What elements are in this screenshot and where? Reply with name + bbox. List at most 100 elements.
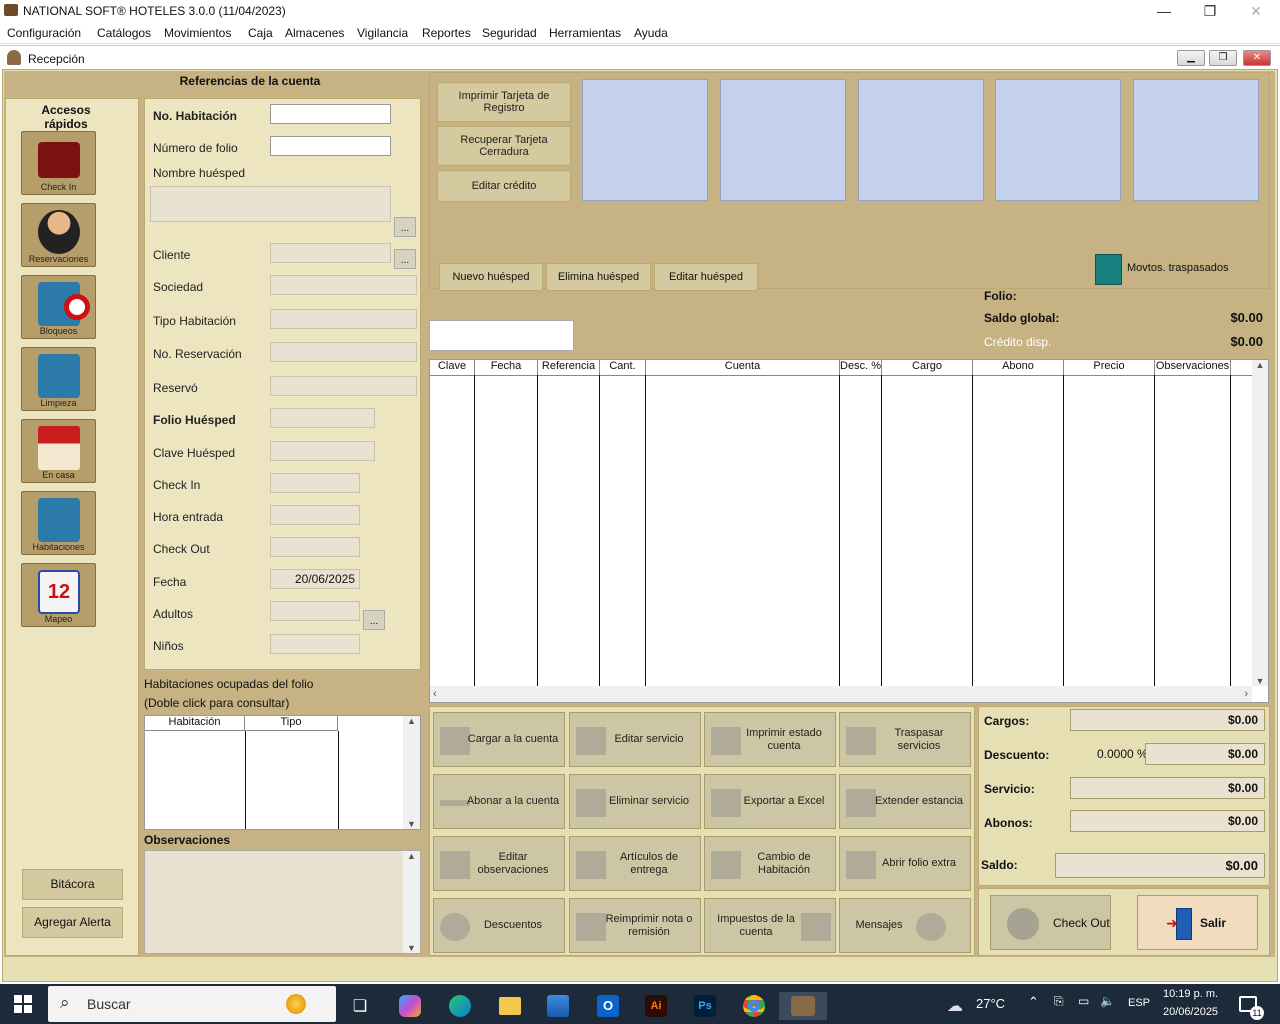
bloqueos-button[interactable]: Bloqueos — [21, 275, 96, 339]
illustrator-icon[interactable]: Ai — [645, 995, 667, 1017]
grid-vertical-scrollbar[interactable]: ▲ ▼ — [1252, 360, 1268, 686]
menu-configuracion[interactable]: Configuración — [7, 26, 81, 40]
tray-language[interactable]: ESP — [1128, 997, 1150, 1009]
grid-col-cant[interactable]: Cant. — [600, 360, 646, 375]
mensajes-button[interactable]: Mensajes — [839, 898, 971, 953]
mdi-minimize-button[interactable]: ▁ — [1177, 50, 1205, 66]
impuestos-cuenta-button[interactable]: Impuestos de la cuenta — [704, 898, 836, 953]
menu-vigilancia[interactable]: Vigilancia — [357, 26, 408, 40]
observaciones-scrollbar[interactable]: ▲ ▼ — [403, 851, 420, 953]
elimina-huesped-button[interactable]: Elimina huésped — [546, 263, 651, 291]
articulos-entrega-button[interactable]: Artículos de entrega — [569, 836, 701, 891]
exportar-excel-button[interactable]: Exportar a Excel — [704, 774, 836, 829]
habitaciones-button[interactable]: Habitaciones — [21, 491, 96, 555]
task-view-icon[interactable]: ❏ — [346, 992, 374, 1020]
check-out-button[interactable]: Check Out — [990, 895, 1111, 950]
check-in-field[interactable] — [270, 473, 360, 493]
rooms-col-habitacion[interactable]: Habitación — [145, 716, 245, 731]
mdi-restore-button[interactable]: ❐ — [1209, 50, 1237, 66]
nombre-huesped-field[interactable] — [150, 186, 391, 222]
grid-col-observaciones[interactable]: Observaciones — [1155, 360, 1231, 375]
abonar-cuenta-button[interactable]: Abonar a la cuenta — [433, 774, 565, 829]
limpieza-button[interactable]: Limpieza — [21, 347, 96, 411]
check-in-button[interactable]: Check In — [21, 131, 96, 195]
rooms-col-tipo[interactable]: Tipo — [245, 716, 338, 731]
adultos-browse-button[interactable]: ... — [363, 610, 385, 630]
edge-icon[interactable] — [449, 995, 471, 1017]
extender-estancia-button[interactable]: Extender estancia — [839, 774, 971, 829]
salir-button[interactable]: ➜ Salir — [1137, 895, 1258, 950]
editar-servicio-button[interactable]: Editar servicio — [569, 712, 701, 767]
grid-col-cuenta[interactable]: Cuenta — [646, 360, 840, 375]
no-habitacion-input[interactable] — [270, 104, 391, 124]
menu-ayuda[interactable]: Ayuda — [634, 26, 668, 40]
abrir-folio-extra-button[interactable]: Abrir folio extra — [839, 836, 971, 891]
taskbar-search-box[interactable]: ⌕ Buscar — [48, 986, 336, 1022]
numero-folio-input[interactable] — [270, 136, 391, 156]
ninos-field[interactable] — [270, 634, 360, 654]
grid-horizontal-scrollbar[interactable]: ‹ › — [430, 686, 1252, 702]
tray-time[interactable]: 10:19 p. m. — [1163, 988, 1218, 1000]
grid-col-abono[interactable]: Abono — [973, 360, 1064, 375]
fecha-field[interactable]: 20/06/2025 — [270, 569, 360, 589]
grid-col-fecha[interactable]: Fecha — [475, 360, 538, 375]
check-out-field[interactable] — [270, 537, 360, 557]
grid-col-cargo[interactable]: Cargo — [882, 360, 973, 375]
menu-reportes[interactable]: Reportes — [422, 26, 471, 40]
folio-huesped-field[interactable] — [270, 408, 375, 428]
no-reservacion-field[interactable] — [270, 342, 417, 362]
menu-herramientas[interactable]: Herramientas — [549, 26, 621, 40]
cliente-browse-button[interactable]: ... — [394, 249, 416, 269]
tipo-habitacion-field[interactable] — [270, 309, 417, 329]
weather-icon[interactable]: ☁ — [940, 992, 970, 1020]
menu-seguridad[interactable]: Seguridad — [482, 26, 537, 40]
nuevo-huesped-button[interactable]: Nuevo huésped — [439, 263, 543, 291]
clave-huesped-field[interactable] — [270, 441, 375, 461]
tray-chevron-icon[interactable]: ⌃ — [1028, 994, 1039, 1010]
descuentos-button[interactable]: Descuentos — [433, 898, 565, 953]
grid-col-precio[interactable]: Precio — [1064, 360, 1155, 375]
nombre-huesped-browse-button[interactable]: ... — [394, 217, 416, 237]
recuperar-tarjeta-button[interactable]: Recuperar Tarjeta Cerradura — [437, 126, 571, 166]
weather-temp[interactable]: 27°C — [976, 996, 1005, 1011]
close-button[interactable]: ✕ — [1233, 0, 1279, 22]
rooms-table[interactable]: Habitación Tipo ▲ ▼ — [144, 715, 421, 830]
editar-observaciones-button[interactable]: Editar observaciones — [433, 836, 565, 891]
grid-col-desc[interactable]: Desc. % — [840, 360, 882, 375]
reservo-field[interactable] — [270, 376, 417, 396]
mdi-close-button[interactable]: ✕ — [1243, 50, 1271, 66]
menu-almacenes[interactable]: Almacenes — [285, 26, 344, 40]
agregar-alerta-button[interactable]: Agregar Alerta — [22, 907, 123, 938]
minimize-button[interactable]: — — [1141, 0, 1187, 22]
tray-date[interactable]: 20/06/2025 — [1163, 1006, 1218, 1018]
file-explorer-icon[interactable] — [499, 997, 521, 1015]
grid-col-clave[interactable]: Clave — [430, 360, 475, 375]
imprimir-estado-button[interactable]: Imprimir estado cuenta — [704, 712, 836, 767]
reimprimir-nota-button[interactable]: Reimprimir nota o remisión — [569, 898, 701, 953]
editar-credito-button[interactable]: Editar crédito — [437, 170, 571, 202]
grid-col-referencia[interactable]: Referencia — [538, 360, 600, 375]
sociedad-field[interactable] — [270, 275, 417, 295]
movements-grid[interactable]: Clave Fecha Referencia Cant. Cuenta Desc… — [429, 359, 1269, 703]
adultos-field[interactable] — [270, 601, 360, 621]
cliente-field[interactable] — [270, 243, 391, 263]
reservaciones-button[interactable]: Reservaciones — [21, 203, 96, 267]
tray-network-icon[interactable]: ⎘ — [1054, 994, 1064, 1009]
chrome-icon[interactable] — [743, 995, 765, 1017]
editar-huesped-button[interactable]: Editar huésped — [654, 263, 758, 291]
en-casa-button[interactable]: En casa — [21, 419, 96, 483]
outlook-icon[interactable]: O — [597, 995, 619, 1017]
rooms-scrollbar[interactable]: ▲ ▼ — [403, 716, 420, 829]
windows-start-icon[interactable] — [14, 995, 32, 1013]
menu-movimientos[interactable]: Movimientos — [164, 26, 231, 40]
folio-search-box[interactable] — [429, 320, 574, 351]
cambio-habitacion-button[interactable]: Cambio de Habitación — [704, 836, 836, 891]
traspasar-servicios-button[interactable]: Traspasar servicios — [839, 712, 971, 767]
hora-entrada-field[interactable] — [270, 505, 360, 525]
tray-display-icon[interactable]: ▭ — [1078, 994, 1089, 1008]
menu-caja[interactable]: Caja — [248, 26, 273, 40]
photoshop-icon[interactable]: Ps — [694, 995, 716, 1017]
cargar-cuenta-button[interactable]: Cargar a la cuenta — [433, 712, 565, 767]
imprimir-tarjeta-button[interactable]: Imprimir Tarjeta de Registro — [437, 82, 571, 122]
mapeo-button[interactable]: 12 Mapeo — [21, 563, 96, 627]
